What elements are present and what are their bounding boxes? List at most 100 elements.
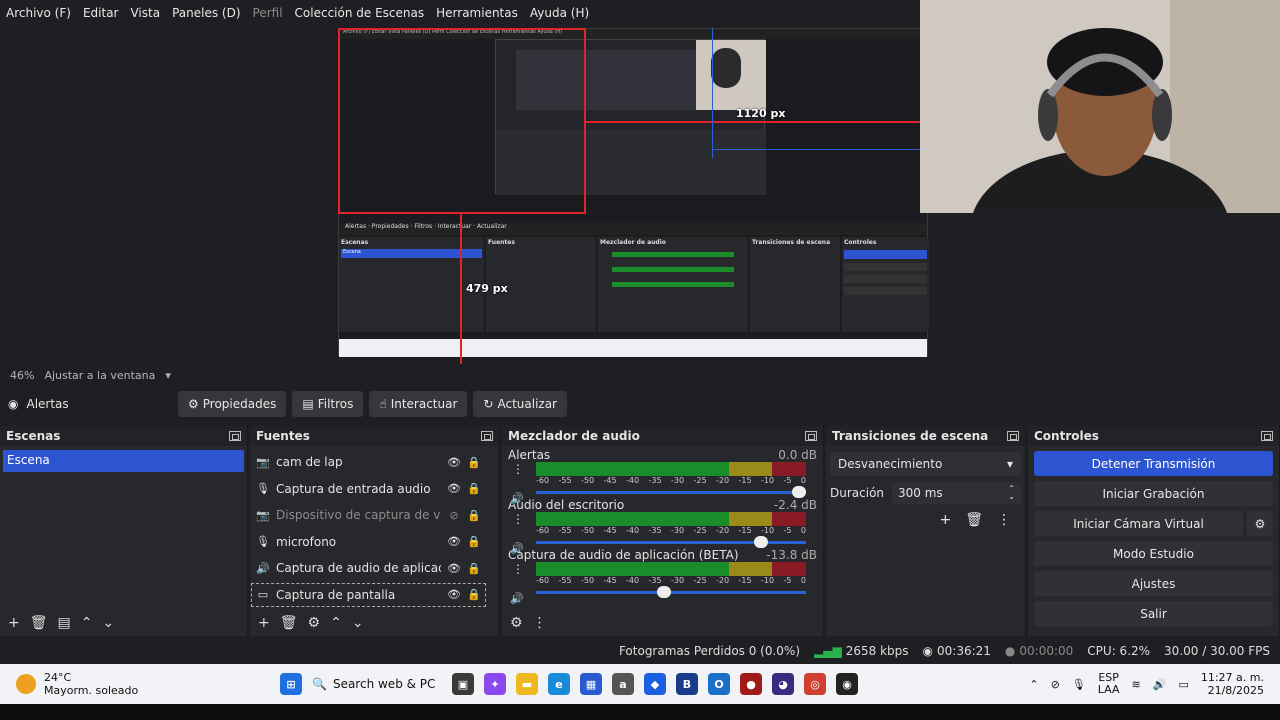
windows-start-icon[interactable]: ⊞ [280, 673, 302, 695]
source-row[interactable]: 🎙 microfono 👁 🔒 [250, 529, 487, 556]
lock-icon[interactable]: 🔒 [467, 509, 481, 522]
undock-icon[interactable] [481, 431, 493, 441]
task-view-icon[interactable]: ▣ [452, 673, 474, 695]
microphone-icon[interactable]: 🎙 [1072, 678, 1086, 691]
exit-button[interactable]: Salir [1034, 601, 1273, 626]
scene-item[interactable]: Escena [3, 450, 244, 472]
chevron-down-icon[interactable]: ⌄ [352, 615, 364, 631]
filters-button[interactable]: ▤ Filtros [292, 391, 364, 417]
gear-icon[interactable]: ⚙ [308, 615, 321, 631]
kebab-menu-icon[interactable]: ⋮ [533, 615, 547, 631]
gear-icon[interactable]: ⚙ [510, 615, 523, 631]
source-row[interactable]: 📷 Dispositivo de captura de video ⊘ 🔒 [250, 502, 487, 529]
chevron-up-icon[interactable]: ⌃ [330, 615, 342, 631]
refresh-button[interactable]: ↻ Actualizar [473, 391, 567, 417]
chevron-down-icon[interactable]: ⌄ [102, 615, 114, 631]
amazon-icon[interactable]: a [612, 673, 634, 695]
chrome-icon[interactable]: ◎ [804, 673, 826, 695]
red-app-icon[interactable]: ● [740, 673, 762, 695]
edge-icon[interactable]: e [548, 673, 570, 695]
chevron-down-icon[interactable]: ▾ [165, 369, 171, 382]
add-icon[interactable]: + [939, 512, 951, 528]
trash-icon[interactable]: 🗑 [280, 615, 298, 631]
eye-icon[interactable]: 👁 [447, 482, 461, 495]
chevron-up-icon[interactable]: ⌃ [81, 615, 93, 631]
menu-herramientas[interactable]: Herramientas [430, 6, 524, 20]
dropbox-icon[interactable]: ◆ [644, 673, 666, 695]
transition-select[interactable]: Desvanecimiento ▾ [830, 452, 1021, 476]
gear-icon[interactable]: ⚙ [1247, 511, 1273, 536]
volume-knob[interactable] [754, 536, 769, 548]
taskbar-search[interactable]: 🔍 Search web & PC [312, 677, 442, 691]
start-virtual-cam-button[interactable]: Iniciar Cámara Virtual [1034, 511, 1243, 536]
trash-icon[interactable]: 🗑 [965, 512, 983, 528]
lock-icon[interactable]: 🔒 [467, 535, 481, 548]
meter-tick: -15 [738, 526, 752, 535]
volume-slider[interactable] [536, 536, 806, 548]
menu-coleccion-escenas[interactable]: Colección de Escenas [289, 6, 431, 20]
menu-vista[interactable]: Vista [124, 6, 166, 20]
volume-icon[interactable]: 🔊 [1153, 678, 1167, 691]
menu-perfil[interactable]: Perfil [247, 6, 289, 20]
wifi-icon[interactable]: ≋ [1132, 678, 1141, 691]
eye-icon[interactable]: 👁 [447, 456, 461, 469]
network-off-icon[interactable]: ⊘ [1051, 678, 1060, 691]
eye-icon[interactable]: 👁 [447, 588, 461, 601]
weather-widget[interactable]: 24°C Mayorm. soleado [0, 671, 280, 697]
add-icon[interactable]: + [8, 615, 20, 631]
undock-icon[interactable] [1007, 431, 1019, 441]
spinner-icon[interactable]: ⌃ ⌄ [1008, 485, 1015, 501]
lock-icon[interactable]: 🔒 [467, 588, 481, 601]
lock-icon[interactable]: 🔒 [467, 562, 481, 575]
lock-icon[interactable]: 🔒 [467, 482, 481, 495]
b-app-icon[interactable]: B [676, 673, 698, 695]
settings-button[interactable]: Ajustes [1034, 571, 1273, 596]
volume-knob[interactable] [792, 486, 806, 498]
clock[interactable]: 11:27 a. m. 21/8/2025 [1201, 671, 1264, 697]
undock-icon[interactable] [1261, 431, 1273, 441]
eye-icon[interactable]: 👁 [447, 535, 461, 548]
volume-knob[interactable] [657, 586, 671, 598]
menu-editar[interactable]: Editar [77, 6, 125, 20]
speaker-icon[interactable]: 🔊 [510, 592, 524, 605]
menu-ayuda[interactable]: Ayuda (H) [524, 6, 595, 20]
copilot-icon[interactable]: ✦ [484, 673, 506, 695]
chevron-up-icon[interactable]: ⌃ [1029, 678, 1038, 691]
kebab-menu-icon[interactable]: ⋮ [512, 562, 524, 576]
properties-button[interactable]: ⚙ Propiedades [178, 391, 287, 417]
kebab-menu-icon[interactable]: ⋮ [512, 512, 524, 526]
lock-icon[interactable]: 🔒 [467, 456, 481, 469]
start-recording-button[interactable]: Iniciar Grabación [1034, 481, 1273, 506]
stop-stream-button[interactable]: Detener Transmisión [1034, 451, 1273, 476]
duration-input[interactable]: 300 ms ⌃ ⌄ [892, 482, 1021, 504]
zoom-mode[interactable]: Ajustar a la ventana [44, 369, 155, 382]
volume-slider[interactable] [536, 486, 806, 498]
add-icon[interactable]: + [258, 615, 270, 631]
eye-off-icon[interactable]: ⊘ [447, 509, 461, 522]
eye-icon[interactable]: 👁 [447, 562, 461, 575]
volume-slider[interactable] [536, 586, 806, 598]
outlook-icon[interactable]: O [708, 673, 730, 695]
menu-archivo[interactable]: Archivo (F) [0, 6, 77, 20]
file-explorer-icon[interactable]: ▬ [516, 673, 538, 695]
undock-icon[interactable] [229, 431, 241, 441]
obs-icon[interactable]: ◉ [836, 673, 858, 695]
source-row[interactable]: 🔊 Captura de audio de aplicación (BETA) 👁 🔒 [250, 555, 487, 582]
battery-icon[interactable]: ▭ [1178, 678, 1188, 691]
store-icon[interactable]: ▦ [580, 673, 602, 695]
source-row[interactable]: 🎙 Captura de entrada audio 👁 🔒 [250, 476, 487, 503]
interact-button[interactable]: ☝ Interactuar [369, 391, 468, 417]
source-row[interactable]: 📷 cam de lap 👁 🔒 [250, 449, 487, 476]
studio-mode-button[interactable]: Modo Estudio [1034, 541, 1273, 566]
kebab-menu-icon[interactable]: ⋮ [512, 462, 524, 476]
undock-icon[interactable] [805, 431, 817, 441]
speaker-icon[interactable]: 🔊 [510, 542, 524, 555]
filter-icon[interactable]: ▤ [58, 615, 71, 631]
speaker-icon[interactable]: 🔊 [510, 492, 524, 505]
menu-paneles[interactable]: Paneles (D) [166, 6, 246, 20]
kebab-menu-icon[interactable]: ⋮ [997, 512, 1011, 528]
source-row[interactable]: ▭ Captura de pantalla 👁 🔒 [250, 582, 487, 609]
trash-icon[interactable]: 🗑 [30, 615, 48, 631]
discord-icon[interactable]: ◕ [772, 673, 794, 695]
language-indicator[interactable]: ESP LAA [1098, 672, 1120, 696]
